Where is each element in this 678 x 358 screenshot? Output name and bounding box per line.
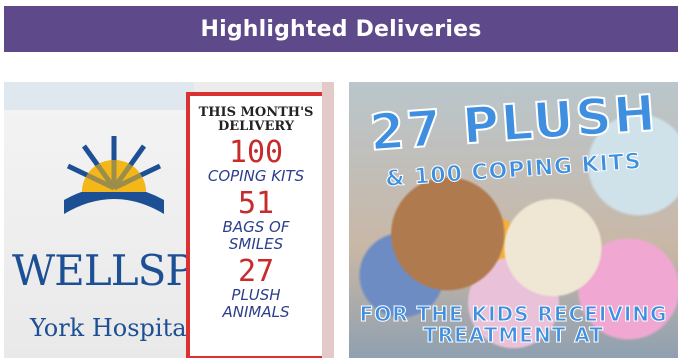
delivery-card-plush[interactable]: 27 PLUSH & 100 COPING KITS FOR THE KIDS …: [349, 82, 678, 358]
hospital-wall: WELLSPAN York Hospital: [4, 82, 255, 358]
notice-count: 27: [237, 254, 275, 289]
notice-label: COPING KITS: [207, 167, 305, 185]
poster-footer-line2: TREATMENT AT: [423, 323, 604, 347]
notice-count: 51: [237, 186, 275, 221]
notice-item: 27 PLUSH ANIMALS: [190, 257, 322, 321]
notice-heading-line1: THIS MONTH'S: [198, 105, 314, 120]
notice-label: PLUSH: [231, 286, 281, 304]
wall-strip: [4, 82, 194, 110]
delivery-notice: THIS MONTH'S DELIVERY 100 COPING KITS 51…: [186, 92, 326, 358]
notice-count: 100: [228, 135, 284, 170]
poster-footer: FOR THE KIDS RECEIVING TREATMENT AT: [349, 302, 678, 347]
notice-label: BAGS OF: [222, 218, 290, 236]
delivery-card-wellspan[interactable]: WELLSPAN York Hospital THIS MONTH'S DELI…: [4, 82, 334, 358]
poster-footer-line1: FOR THE KIDS RECEIVING: [359, 302, 668, 326]
notice-heading-line2: DELIVERY: [217, 119, 295, 134]
section-banner: Highlighted Deliveries: [4, 6, 678, 52]
brand-location: York Hospital: [30, 314, 195, 342]
notice-item: 100 COPING KITS: [190, 138, 322, 185]
notice-item: 51 BAGS OF SMILES: [190, 189, 322, 253]
notice-label: SMILES: [228, 235, 284, 253]
section-title: Highlighted Deliveries: [200, 16, 482, 42]
side-strip: [322, 82, 334, 358]
notice-label: ANIMALS: [222, 303, 290, 321]
sunburst-logo-icon: [64, 136, 164, 214]
notice-heading: THIS MONTH'S DELIVERY: [190, 106, 322, 134]
